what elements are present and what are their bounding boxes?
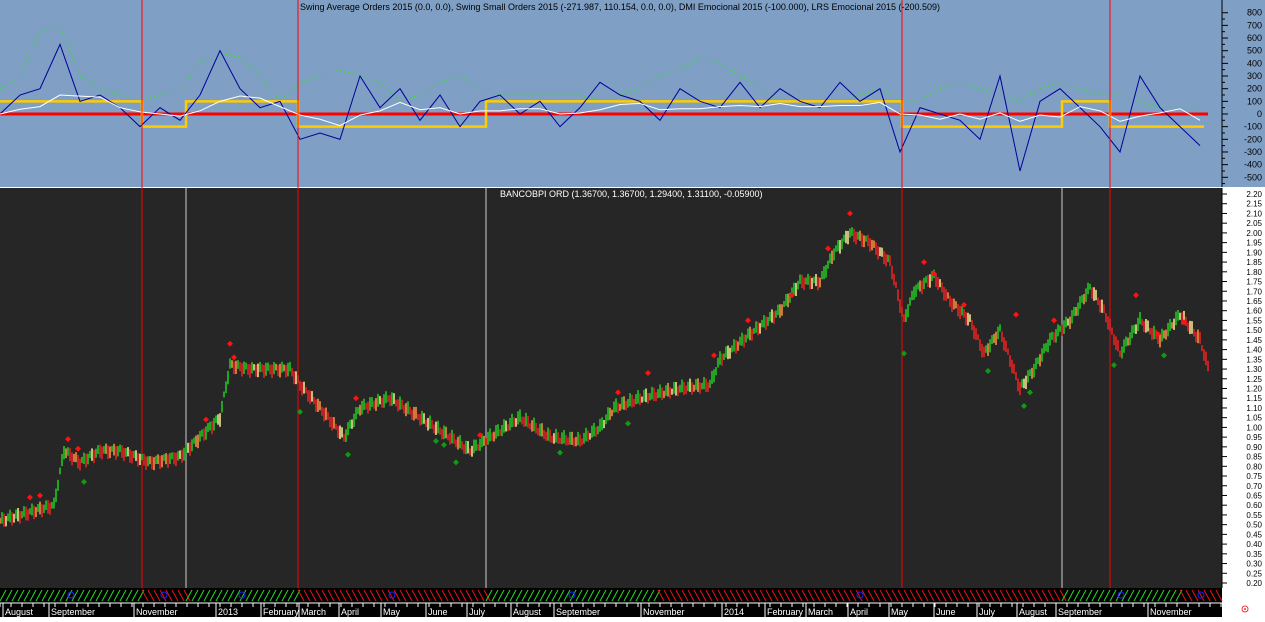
y-tick-label: -500	[1244, 172, 1262, 182]
y-tick-label: 1.85	[1246, 258, 1262, 267]
x-tick-label: July	[469, 607, 486, 617]
y-tick-label: 0.60	[1246, 501, 1262, 510]
x-tick-label: June	[936, 607, 956, 617]
y-tick-label: 1.05	[1246, 414, 1262, 423]
x-tick-label: May	[891, 607, 909, 617]
y-tick-label: 2.10	[1246, 209, 1262, 218]
y-tick-label: 1.50	[1246, 326, 1262, 335]
y-tick-label: 0.85	[1246, 453, 1262, 462]
upper-panel-bg	[0, 0, 1222, 187]
x-tick-label: February	[767, 607, 804, 617]
y-tick-label: 1.20	[1246, 385, 1262, 394]
x-tick-label: November	[136, 607, 178, 617]
x-tick-label: March	[301, 607, 326, 617]
y-tick-label: 0.30	[1246, 560, 1262, 569]
lower-panel-bg	[0, 188, 1222, 588]
y-tick-label: 1.10	[1246, 404, 1262, 413]
y-tick-label: 100	[1247, 96, 1262, 106]
x-tick-label: August	[1019, 607, 1048, 617]
y-tick-label: 1.55	[1246, 316, 1262, 325]
indicator-title: Swing Average Orders 2015 (0.0, 0.0), Sw…	[300, 2, 940, 12]
y-tick-label: 0.75	[1246, 472, 1262, 481]
x-tick-label: August	[513, 607, 542, 617]
y-tick-label: 2.00	[1246, 229, 1262, 238]
y-tick-label: 1.65	[1246, 297, 1262, 306]
y-tick-label: 800	[1247, 8, 1262, 18]
y-tick-label: 0.70	[1246, 482, 1262, 491]
x-tick-label: September	[51, 607, 95, 617]
x-tick-label: November	[1150, 607, 1192, 617]
chart-window: 800 700 600 500 400 300 200 100 0 -100 -200 -300 -40…	[0, 0, 1265, 617]
y-tick-label: 400	[1247, 58, 1262, 68]
y-tick-label: 0.25	[1246, 569, 1262, 578]
y-tick-label: 0.40	[1246, 540, 1262, 549]
y-tick-label: -400	[1244, 160, 1262, 170]
y-tick-label: 0.80	[1246, 462, 1262, 471]
y-tick-label: 1.30	[1246, 365, 1262, 374]
y-tick-label: 1.15	[1246, 394, 1262, 403]
y-tick-label: 1.90	[1246, 248, 1262, 257]
x-tick-label: November	[643, 607, 685, 617]
y-tick-label: 1.80	[1246, 268, 1262, 277]
y-tick-label: 1.00	[1246, 423, 1262, 432]
y-tick-label: -100	[1244, 122, 1262, 132]
y-tick-label: 1.25	[1246, 375, 1262, 384]
y-tick-label: 0.20	[1246, 579, 1262, 588]
x-tick-label: June	[428, 607, 448, 617]
y-tick-label: 2.05	[1246, 219, 1262, 228]
chart-canvas[interactable]: 800 700 600 500 400 300 200 100 0 -100 -200 -300 -40…	[0, 0, 1265, 617]
y-tick-label: 700	[1247, 20, 1262, 30]
y-tick-label: 1.95	[1246, 239, 1262, 248]
x-tick-label: April	[341, 607, 359, 617]
x-tick-label: 2013	[218, 607, 238, 617]
y-tick-label: 1.75	[1246, 278, 1262, 287]
y-tick-label: 2.20	[1246, 190, 1262, 199]
y-tick-label: 1.70	[1246, 287, 1262, 296]
x-tick-label: August	[5, 607, 34, 617]
x-tick-label: April	[850, 607, 868, 617]
x-tick-label: February	[263, 607, 300, 617]
y-tick-label: 500	[1247, 46, 1262, 56]
x-tick-label: May	[383, 607, 401, 617]
y-tick-label: -200	[1244, 134, 1262, 144]
y-tick-label: 0.55	[1246, 511, 1262, 520]
y-tick-label: 1.60	[1246, 307, 1262, 316]
y-tick-label: 0.65	[1246, 491, 1262, 500]
y-tick-label: 0.90	[1246, 443, 1262, 452]
close-circle-icon[interactable]	[1241, 605, 1249, 613]
date-axis: August September November 2013 February March…	[0, 602, 1222, 617]
y-tick-label: 1.35	[1246, 355, 1262, 364]
y-tick-label: 0.95	[1246, 433, 1262, 442]
y-tick-label: 1.45	[1246, 336, 1262, 345]
x-tick-label: September	[556, 607, 600, 617]
y-tick-label: 2.15	[1246, 200, 1262, 209]
y-tick-label: 0	[1257, 109, 1262, 119]
x-tick-label: September	[1058, 607, 1102, 617]
y-tick-label: -300	[1244, 147, 1262, 157]
price-title: BANCOBPI ORD (1.36700, 1.36700, 1.29400,…	[500, 189, 763, 199]
y-tick-label: 300	[1247, 71, 1262, 81]
regime-strip	[0, 588, 1223, 602]
x-tick-label: July	[979, 607, 996, 617]
x-tick-label: 2014	[724, 607, 744, 617]
x-tick-label: March	[808, 607, 833, 617]
y-tick-label: 1.40	[1246, 346, 1262, 355]
y-tick-label: 200	[1247, 84, 1262, 94]
y-tick-label: 600	[1247, 33, 1262, 43]
y-tick-label: 0.35	[1246, 550, 1262, 559]
y-tick-label: 0.45	[1246, 530, 1262, 539]
y-tick-label: 0.50	[1246, 521, 1262, 530]
